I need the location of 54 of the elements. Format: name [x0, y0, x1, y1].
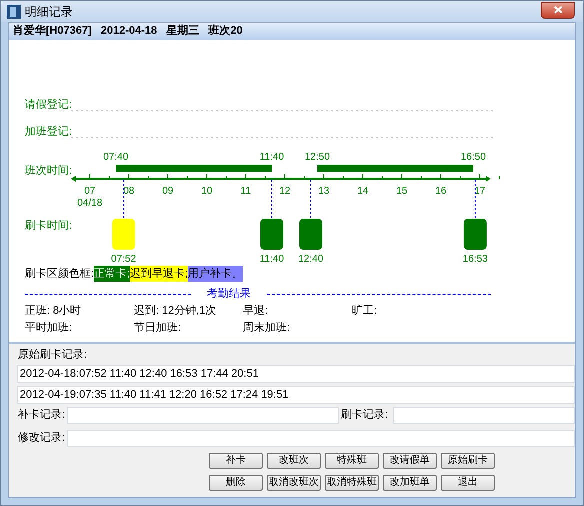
- result-item: 平时加班:: [25, 320, 74, 336]
- action-button[interactable]: 改请假单: [383, 453, 437, 469]
- row-label: 刷卡时间:: [25, 220, 72, 232]
- hour-label: 15: [396, 186, 408, 197]
- result-item: 旷工:: [352, 304, 378, 319]
- action-button[interactable]: 改加班单: [383, 475, 437, 491]
- action-button[interactable]: 补卡: [209, 453, 263, 469]
- punch-time: 12:40: [298, 254, 324, 262]
- action-button[interactable]: 改班次: [267, 453, 321, 469]
- action-button[interactable]: 取消特殊班: [325, 475, 379, 491]
- header-bar: 肖爱华[H07367] 2012-04-18 星期三 班次20: [9, 23, 575, 40]
- row-label: 加班登记:: [25, 126, 72, 138]
- hour-label: 07: [84, 186, 96, 197]
- hour-label: 17: [474, 186, 486, 197]
- row-label: 请假登记:: [25, 99, 72, 111]
- record-field[interactable]: 2012-04-19:07:35 11:40 11:41 12:20 16:52 17:24 19:51: [17, 386, 575, 404]
- shift-time: 07:40: [103, 152, 129, 163]
- punch-time: 11:40: [260, 254, 284, 262]
- hour-label: 13: [318, 186, 330, 197]
- section-title: 考勤结果: [206, 287, 252, 302]
- hour-label: 11: [240, 186, 252, 197]
- hour-label: 12: [279, 186, 291, 197]
- punch-time: 07:52: [111, 254, 136, 262]
- window-title: 明细记录: [25, 4, 73, 20]
- legend-item: 正常卡;: [94, 266, 130, 282]
- hour-label: 10: [201, 186, 213, 197]
- action-button[interactable]: 特殊班: [325, 453, 379, 469]
- hour-label: 14: [357, 186, 369, 197]
- field-label: 原始刷卡记录:: [18, 348, 88, 362]
- shift-time: 11:40: [260, 152, 284, 163]
- field-label: 补卡记录:: [18, 408, 66, 424]
- field-label: 刷卡记录:: [341, 408, 390, 424]
- result-item: 正班: 8小时: [25, 304, 82, 319]
- action-button[interactable]: 删除: [209, 475, 263, 491]
- date-label: 04/18: [77, 198, 103, 209]
- action-button[interactable]: 原始刷卡: [441, 453, 495, 469]
- hour-label: 08: [123, 186, 135, 197]
- result-item: 迟到: 12分钟,1次: [134, 304, 218, 319]
- action-button[interactable]: 取消改班次: [267, 475, 321, 491]
- legend-label: 刷卡区颜色框:: [25, 266, 94, 282]
- punch-time: 16:53: [462, 254, 488, 262]
- field-label: 修改记录:: [18, 431, 66, 446]
- row-label: 班次时间:: [25, 165, 72, 177]
- legend-item: 用户补卡。: [188, 266, 244, 282]
- result-item: 早退:: [243, 304, 270, 319]
- result-item: 周末加班:: [243, 320, 292, 336]
- action-button[interactable]: 退出: [441, 475, 495, 491]
- legend-item: 迟到早退卡;: [130, 266, 188, 282]
- result-item: 节日加班:: [134, 320, 182, 336]
- hour-label: 09: [162, 186, 174, 197]
- record-field[interactable]: 2012-04-18:07:52 11:40 12:40 16:53 17:44 20:51: [17, 365, 575, 383]
- shift-time: 16:50: [460, 152, 486, 163]
- shift-time: 12:50: [304, 152, 330, 163]
- hour-label: 16: [435, 186, 447, 197]
